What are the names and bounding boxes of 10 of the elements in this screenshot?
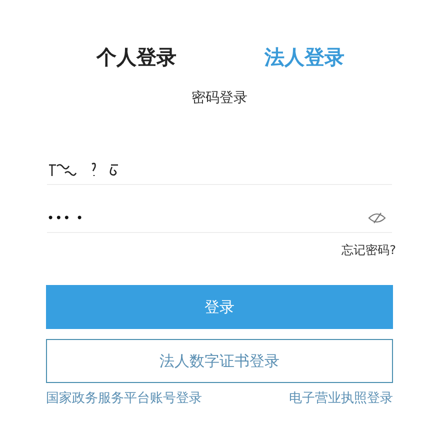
login-button[interactable]: 登录 <box>46 285 393 329</box>
login-method-label: 密码登录 <box>192 89 248 108</box>
login-tab[interactable]: 法人登录 <box>264 42 344 72</box>
forgot-password-link[interactable]: 忘记密码? <box>342 241 396 259</box>
password-field[interactable]: ••• • <box>47 203 392 233</box>
cert-login-button[interactable]: 法人数字证书登录 <box>46 339 393 383</box>
alternate-login-link[interactable]: 国家政务服务平台账号登录 <box>46 389 202 408</box>
alternate-login-link[interactable]: 电子营业执照登录 <box>289 389 393 408</box>
eye-hidden-icon[interactable] <box>368 212 386 224</box>
login-tab[interactable]: 个人登录 <box>96 42 176 72</box>
